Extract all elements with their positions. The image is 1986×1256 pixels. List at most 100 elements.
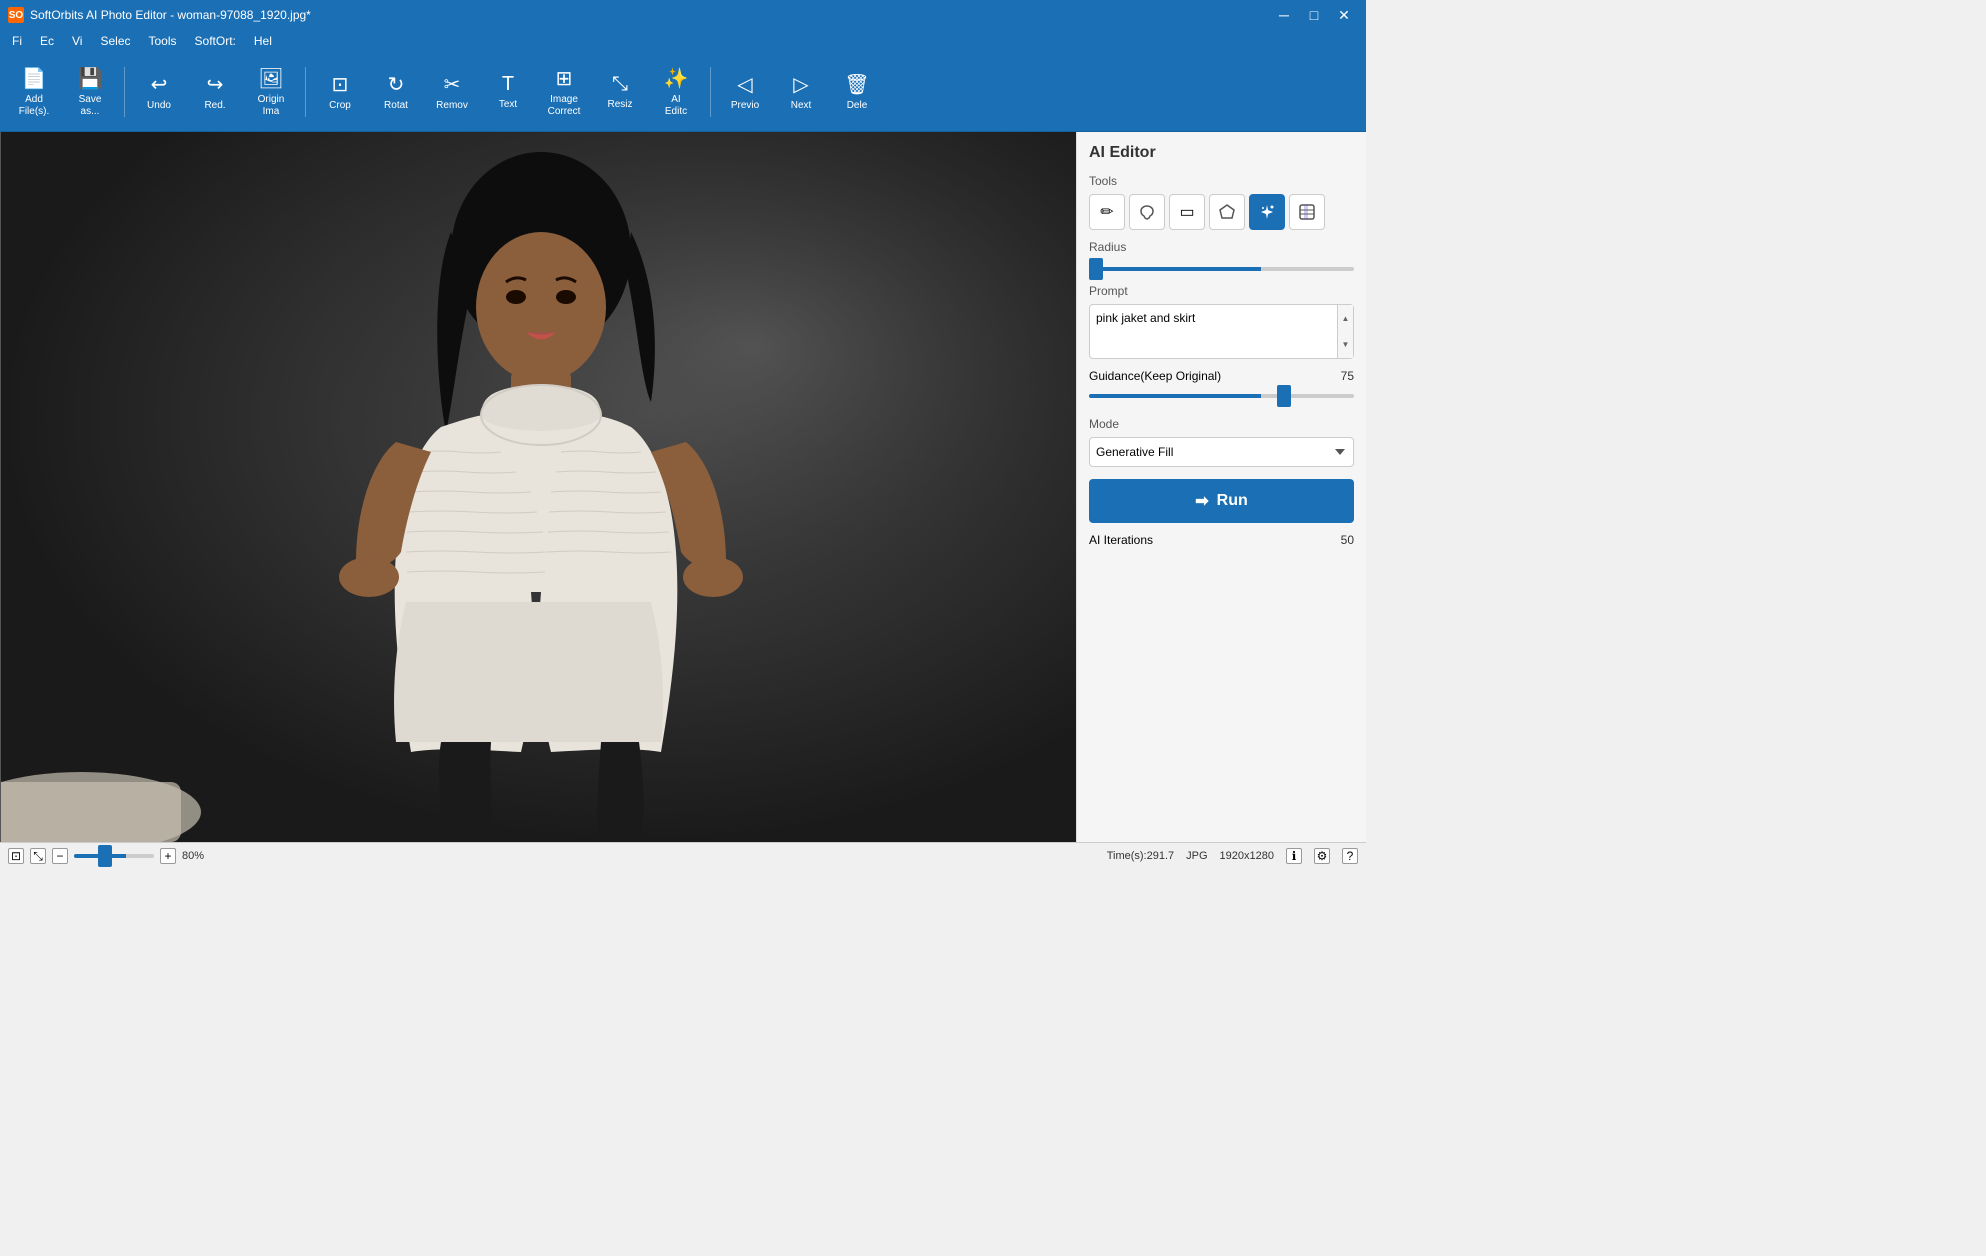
undo-icon: ↩ [151,72,168,97]
menu-item-softort:[interactable]: SoftOrt: [187,32,244,50]
delete-button[interactable]: 🗑 Dele [831,58,883,126]
prompt-textarea[interactable] [1090,305,1337,355]
guidance-label: Guidance(Keep Original) [1089,369,1221,383]
crop-icon: ⊡ [332,72,349,97]
guidance-value: 75 [1341,369,1354,383]
resize-button[interactable]: ⤡ Resiz [594,58,646,126]
settings-button[interactable]: ⚙ [1314,848,1330,864]
add-files-icon: 📄 [22,66,47,91]
menu-item-selec[interactable]: Selec [92,32,138,50]
undo-button[interactable]: ↩Undo [133,58,185,126]
next-button[interactable]: ▷Next [775,58,827,126]
pencil-tool[interactable]: ✏ [1089,194,1125,230]
zoom-slider[interactable] [74,854,154,858]
remove-label: Remov [436,100,468,112]
view-fit-button[interactable]: ⊡ [8,848,24,864]
minimize-button[interactable]: ─ [1270,4,1298,26]
redo-icon: ↪ [207,72,224,97]
radius-slider[interactable] [1089,267,1354,271]
photo-background [1,132,1076,842]
mode-select[interactable]: Generative FillInpaintingOutpainting [1089,437,1354,467]
redo-label: Red. [204,100,225,112]
mode-section: Generative FillInpaintingOutpainting [1089,437,1354,467]
toolbar: 📄 Add File(s). 💾Save as... ↩Undo ↪ Red. 🖼 Origi… [0,52,1366,132]
redo-button[interactable]: ↪ Red. [189,58,241,126]
toolbar-sep-0 [124,67,125,117]
rect-select-tool[interactable]: ▭ [1169,194,1205,230]
iterations-value: 50 [1341,533,1354,547]
remove-icon: ✂ [444,72,461,97]
prompt-wrapper: ▲ ▼ [1089,304,1354,359]
title-bar-right: ─ □ ✕ [1270,4,1358,26]
menu-item-ec[interactable]: Ec [32,32,62,50]
rotate-icon: ↻ [388,72,405,97]
polygon-tool[interactable] [1209,194,1245,230]
title-bar-text: SoftOrbits AI Photo Editor - woman-97088… [30,8,311,22]
right-panel: AI Editor Tools ✏ ▭ [1076,132,1366,842]
run-label: Run [1217,492,1248,510]
guidance-slider[interactable] [1089,394,1354,398]
resize-icon: ⤡ [612,73,628,96]
scroll-up[interactable]: ▲ [1338,305,1353,332]
help-button[interactable]: ? [1342,848,1358,864]
run-button[interactable]: ➡ Run [1089,479,1354,523]
prompt-label: Prompt [1089,284,1354,298]
title-bar-left: SO SoftOrbits AI Photo Editor - woman-97… [8,7,311,23]
guidance-row: Guidance(Keep Original) 75 [1089,369,1354,383]
zoom-in-button[interactable]: + [160,848,176,864]
save-as-button[interactable]: 💾Save as... [64,58,116,126]
crop-button[interactable]: ⊡ Crop [314,58,366,126]
menu-item-hel[interactable]: Hel [246,32,280,50]
text-button[interactable]: TText [482,58,534,126]
menu-item-fi[interactable]: Fi [4,32,30,50]
delete-icon: 🗑 [844,72,869,97]
original-button[interactable]: 🖼 Origin Ima [245,58,297,126]
resize-label: Resiz [607,99,632,111]
info-button[interactable]: ℹ [1286,848,1302,864]
crop-label: Crop [329,100,351,112]
previous-icon: ◁ [737,72,752,97]
panel-title: AI Editor [1089,144,1354,162]
next-label: Next [791,100,812,112]
mode-label: Mode [1089,417,1354,431]
ai-edit-button[interactable]: ✨AI Editc [650,58,702,126]
image-correct-label: Image Correct [548,94,581,118]
toolbar-sep-2 [710,67,711,117]
title-bar: SO SoftOrbits AI Photo Editor - woman-97… [0,0,1366,30]
add-files-label: Add File(s). [19,94,50,118]
remove-button[interactable]: ✂ Remov [426,58,478,126]
iterations-row: AI Iterations 50 [1089,533,1354,547]
delete-label: Dele [847,100,868,112]
file-format: JPG [1186,850,1207,862]
original-label: Origin Ima [258,94,285,118]
palette-tool[interactable] [1289,194,1325,230]
prompt-scrollbar: ▲ ▼ [1337,305,1353,358]
scroll-down[interactable]: ▼ [1338,332,1353,359]
lasso-tool[interactable] [1129,194,1165,230]
tools-row: ✏ ▭ [1089,194,1354,230]
sparkle-tool[interactable] [1249,194,1285,230]
tools-label: Tools [1089,174,1354,188]
image-correct-button[interactable]: ⊞Image Correct [538,58,590,126]
photo-container [0,132,1076,842]
zoom-expand-button[interactable]: ⤡ [30,848,46,864]
status-right: Time(s):291.7 JPG 1920x1280 ℹ ⚙ ? [1107,848,1358,864]
previous-button[interactable]: ◁ Previo [719,58,771,126]
rotate-button[interactable]: ↻ Rotat [370,58,422,126]
zoom-out-button[interactable]: − [52,848,68,864]
resolution-display: 1920x1280 [1220,850,1274,862]
menu-item-vi[interactable]: Vi [64,32,90,50]
rotate-label: Rotat [384,100,408,112]
maximize-button[interactable]: □ [1300,4,1328,26]
app-icon: SO [8,7,24,23]
add-files-button[interactable]: 📄 Add File(s). [8,58,60,126]
menu-item-tools[interactable]: Tools [141,32,185,50]
save-as-icon: 💾 [78,66,103,91]
close-button[interactable]: ✕ [1330,4,1358,26]
original-icon: 🖼 [258,66,283,91]
canvas-area[interactable] [0,132,1076,842]
menu-bar: FiEcViSelecToolsSoftOrt:Hel [0,30,1366,52]
radius-label: Radius [1089,240,1354,254]
zoom-percent: 80% [182,850,204,862]
previous-label: Previo [731,100,759,112]
